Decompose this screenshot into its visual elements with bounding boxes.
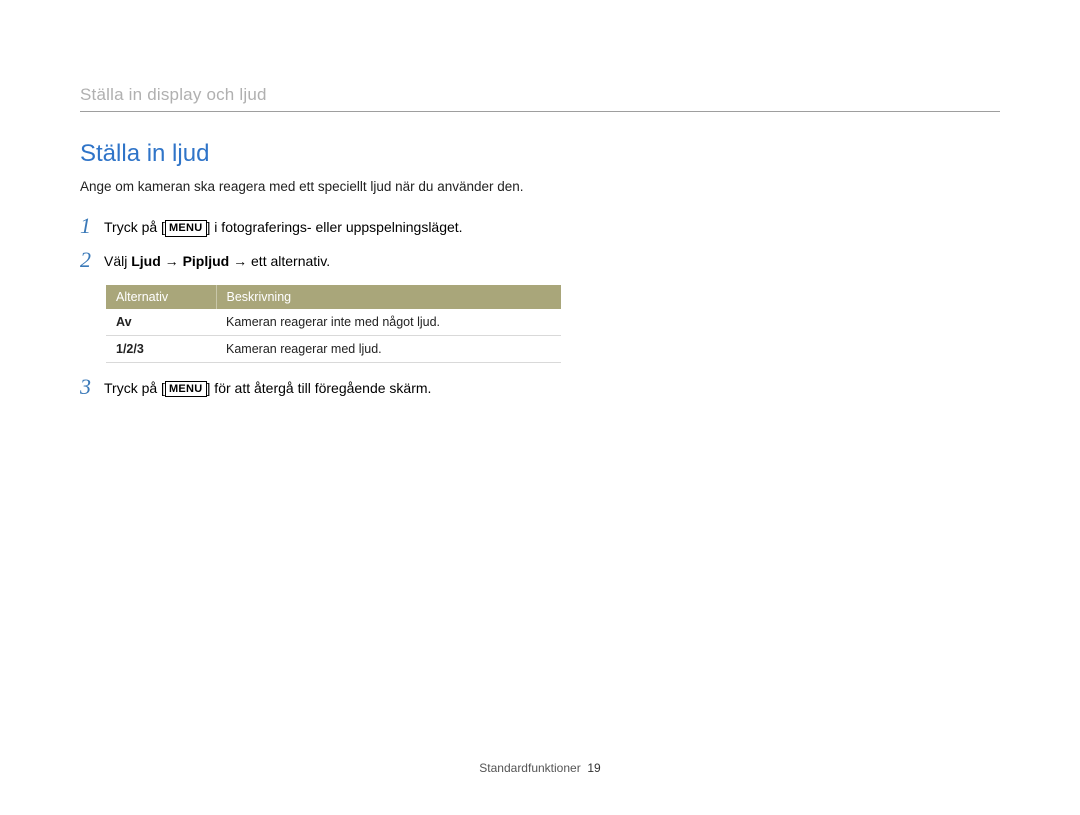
step-number: 1	[80, 214, 104, 238]
page-footer: Standardfunktioner 19	[0, 761, 1080, 775]
menu-key-icon: MENU	[165, 381, 207, 397]
arrow-icon: →	[161, 253, 183, 269]
step-number: 3	[80, 375, 104, 399]
intro-text: Ange om kameran ska reagera med ett spec…	[80, 178, 560, 196]
step-text-pre: Tryck på [	[104, 380, 165, 396]
option-description: Kameran reagerar inte med något ljud.	[216, 309, 561, 336]
table-row: Av Kameran reagerar inte med något ljud.	[106, 309, 561, 336]
option-description: Kameran reagerar med ljud.	[216, 335, 561, 362]
step-1: 1 Tryck på [MENU] i fotograferings- elle…	[80, 216, 560, 240]
table-header-option: Alternativ	[106, 285, 216, 309]
step-text-post: ] i fotograferings- eller uppspelningslä…	[207, 219, 463, 235]
table-header-row: Alternativ Beskrivning	[106, 285, 561, 309]
table-header-description: Beskrivning	[216, 285, 561, 309]
running-head: Ställa in display och ljud	[80, 85, 1000, 111]
table-row: 1/2/3 Kameran reagerar med ljud.	[106, 335, 561, 362]
footer-section: Standardfunktioner	[479, 761, 580, 775]
section-title: Ställa in ljud	[80, 140, 560, 168]
option-name: Av	[106, 309, 216, 336]
step-bold-pipljud: Pipljud	[183, 253, 230, 269]
header-rule	[80, 111, 1000, 112]
step-body: Välj Ljud → Pipljud → ett alternativ.	[104, 250, 560, 272]
step-number: 2	[80, 248, 104, 272]
step-body: Tryck på [MENU] för att återgå till före…	[104, 377, 560, 399]
step-2: 2 Välj Ljud → Pipljud → ett alternativ.	[80, 250, 560, 274]
step-text-post: ] för att återgå till föregående skärm.	[207, 380, 432, 396]
step-body: Tryck på [MENU] i fotograferings- eller …	[104, 216, 560, 238]
step-bold-ljud: Ljud	[131, 253, 161, 269]
step-3: 3 Tryck på [MENU] för att återgå till fö…	[80, 377, 560, 401]
page-number: 19	[587, 761, 600, 775]
step-text-post: → ett alternativ.	[229, 253, 330, 269]
step-text-pre: Välj	[104, 253, 131, 269]
step-text-pre: Tryck på [	[104, 219, 165, 235]
option-name: 1/2/3	[106, 335, 216, 362]
menu-key-icon: MENU	[165, 220, 207, 236]
options-table: Alternativ Beskrivning Av Kameran reager…	[106, 285, 561, 363]
